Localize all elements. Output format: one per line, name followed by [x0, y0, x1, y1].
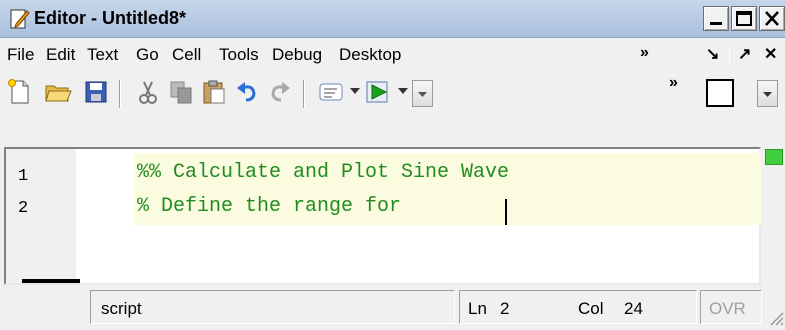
menu-file[interactable]: File — [7, 45, 34, 65]
menu-cell[interactable]: Cell — [172, 45, 201, 65]
text-caret — [505, 199, 507, 225]
close-icon — [765, 11, 779, 26]
code-editor[interactable]: 1 2 %% Calculate and Plot Sine Wave % De… — [4, 147, 761, 285]
save-icon[interactable] — [82, 78, 110, 106]
open-folder-icon[interactable] — [44, 78, 72, 106]
redo-icon[interactable] — [266, 78, 294, 106]
close-window-button[interactable] — [759, 6, 785, 31]
toolbar: » — [0, 71, 785, 145]
menu-debug[interactable]: Debug — [272, 45, 322, 65]
toolbar-more-chevron[interactable]: » — [669, 74, 678, 92]
undock-arrow-icon[interactable]: ↘ — [706, 44, 719, 64]
line-number-gutter: 1 2 — [6, 149, 76, 283]
paste-icon[interactable] — [200, 78, 228, 106]
chevron-down-icon[interactable] — [398, 88, 408, 96]
menu-tools[interactable]: Tools — [219, 45, 259, 65]
undo-icon[interactable] — [233, 78, 261, 106]
maximize-icon — [736, 11, 752, 26]
column-label: Col — [578, 299, 604, 318]
line-number: 1 — [18, 167, 29, 186]
menu-divider — [729, 47, 730, 65]
toolbar-divider — [119, 80, 121, 108]
column-value: 24 — [624, 299, 643, 318]
menu-more-chevron[interactable]: » — [640, 44, 649, 62]
chevron-down-icon — [418, 92, 427, 97]
menu-desktop[interactable]: Desktop — [339, 45, 401, 65]
file-type-label: script — [101, 299, 142, 318]
code-analyzer-status-indicator[interactable] — [765, 149, 783, 165]
line-value: 2 — [500, 299, 510, 318]
minimize-icon — [710, 22, 722, 25]
comment-icon[interactable] — [317, 78, 345, 106]
code-line-2[interactable]: % Define the range for — [137, 195, 413, 218]
new-file-icon[interactable] — [6, 78, 34, 106]
dropdown-button[interactable] — [757, 80, 778, 107]
toolbar-divider — [303, 80, 305, 108]
cut-icon[interactable] — [134, 78, 162, 106]
title-bar: Editor - Untitled8* — [0, 0, 785, 38]
minimize-button[interactable] — [703, 6, 729, 31]
status-bar: script Ln 2 Col 24 OVR — [0, 287, 785, 330]
menu-bar: File Edit Text Go Cell Tools Debug Deskt… — [0, 39, 785, 70]
cell-mode-checkbox[interactable] — [706, 79, 734, 107]
dropdown-button[interactable] — [412, 80, 433, 107]
close-editor-icon[interactable]: ✕ — [764, 44, 777, 64]
resize-grip-icon[interactable] — [766, 308, 784, 326]
menu-edit[interactable]: Edit — [46, 45, 75, 65]
line-number: 2 — [18, 199, 29, 218]
line-label: Ln — [468, 299, 487, 318]
editor-scroll-indicator — [22, 279, 80, 283]
maximize-button[interactable] — [731, 6, 757, 31]
run-icon[interactable] — [364, 78, 392, 106]
overwrite-indicator: OVR — [709, 299, 746, 318]
editor-document-icon — [10, 9, 30, 29]
chevron-down-icon[interactable] — [350, 88, 360, 96]
status-position-cell: Ln 2 Col 24 — [459, 290, 697, 324]
window-title: Editor - Untitled8* — [34, 8, 186, 28]
menu-text[interactable]: Text — [87, 45, 118, 65]
status-type-cell: script — [90, 290, 455, 324]
message-bar — [763, 145, 785, 287]
status-ovr-cell: OVR — [700, 290, 762, 324]
copy-icon[interactable] — [167, 78, 195, 106]
dock-arrow-icon[interactable]: ↗ — [738, 44, 751, 64]
chevron-down-icon — [763, 92, 772, 97]
code-line-1[interactable]: %% Calculate and Plot Sine Wave — [137, 161, 509, 184]
menu-go[interactable]: Go — [136, 45, 159, 65]
